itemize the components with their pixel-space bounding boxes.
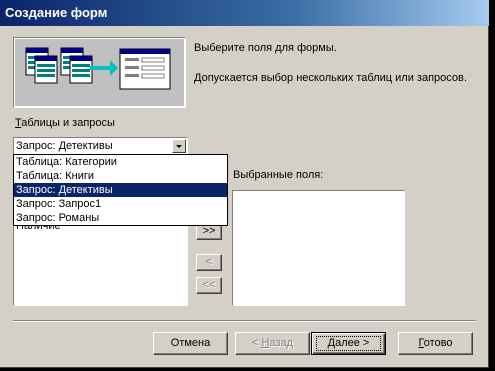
remove-one-button-label: < <box>205 256 213 268</box>
next-button-rest: алее > <box>335 337 370 349</box>
remove-all-button[interactable]: << <box>196 277 222 294</box>
chevron-down-icon <box>176 145 182 148</box>
dropdown-item-table-books[interactable]: Таблица: Книги <box>14 169 227 183</box>
instruction-line-2: Допускается выбор нескольких таблиц или … <box>194 72 467 84</box>
combobox-value: Запрос: Детективы <box>16 140 113 152</box>
combobox-dropdown-button[interactable] <box>172 139 186 153</box>
wizard-illustration-graphic <box>25 47 171 90</box>
form-wizard-dialog: Создание форм Выберите поля для формы. Д… <box>0 0 489 368</box>
instruction-line-1: Выберите поля для формы. <box>194 42 337 54</box>
wizard-illustration <box>13 37 186 108</box>
tables-queries-label: Таблицы и запросы <box>15 117 115 129</box>
tables-queries-combobox[interactable]: Запрос: Детективы <box>13 137 188 155</box>
back-button-rest: азад <box>269 337 293 349</box>
next-button[interactable]: Далее > <box>311 332 386 355</box>
selected-fields-list[interactable] <box>232 190 405 306</box>
tables-queries-dropdown-list[interactable]: Таблица: Категории Таблица: Книги Запрос… <box>13 154 228 226</box>
dropdown-item-query-detectives[interactable]: Запрос: Детективы <box>14 183 227 197</box>
next-button-label: Далее > <box>328 337 370 349</box>
tables-label-rest: аблицы и запросы <box>21 117 115 129</box>
dropdown-item-table-categories[interactable]: Таблица: Категории <box>14 155 227 169</box>
cancel-button-label: Отмена <box>170 337 211 349</box>
cancel-button[interactable]: Отмена <box>153 332 228 355</box>
remove-one-button[interactable]: < <box>196 254 222 271</box>
wizard-illustration-background <box>15 39 184 106</box>
remove-all-button-label: << <box>202 279 216 291</box>
window-title: Создание форм <box>5 5 108 20</box>
dropdown-item-query-query1[interactable]: Запрос: Запрос1 <box>14 197 227 211</box>
add-all-button-label: >> <box>202 225 216 237</box>
title-bar[interactable]: Создание форм <box>0 0 489 26</box>
selected-fields-label: Выбранные поля: <box>233 169 324 181</box>
dropdown-item-query-novels[interactable]: Запрос: Романы <box>14 211 227 225</box>
finish-button-rest: отово <box>423 337 453 349</box>
finish-button[interactable]: Готово <box>398 332 473 355</box>
back-button[interactable]: < Назад <box>235 332 310 355</box>
footer-separator <box>13 320 476 322</box>
next-button-accel: Д <box>327 337 336 349</box>
